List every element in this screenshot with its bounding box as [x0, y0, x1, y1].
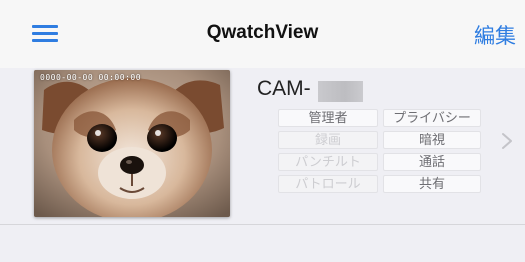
thumbnail-timestamp: 0000-00-00 00:00:00: [40, 73, 142, 82]
permission-pan-tilt: パンチルト: [278, 153, 378, 171]
permission-talk: 通話: [383, 153, 481, 171]
menu-line: [32, 32, 58, 35]
permission-patrol: パトロール: [278, 175, 378, 193]
app-screen: QwatchView 編集 0000-00-00 00:00:00 CAM- 管…: [0, 0, 525, 262]
edit-button[interactable]: 編集: [474, 20, 516, 50]
permission-recording: 録画: [278, 131, 378, 149]
dog-photo: [34, 70, 230, 217]
camera-list-item[interactable]: 0000-00-00 00:00:00 CAM- 管理者 録画 パンチルト パト…: [0, 68, 525, 225]
permission-admin: 管理者: [278, 109, 378, 127]
camera-name-redacted: [318, 81, 363, 102]
navigation-bar: QwatchView 編集: [0, 0, 525, 69]
page-title: QwatchView: [206, 22, 319, 43]
permission-night-vision: 暗視: [383, 131, 481, 149]
permission-share: 共有: [383, 175, 481, 193]
chevron-right-icon[interactable]: [500, 132, 514, 150]
permission-privacy: プライバシー: [383, 109, 481, 127]
menu-line: [32, 25, 58, 28]
hamburger-menu-icon[interactable]: [32, 22, 58, 44]
camera-thumbnail[interactable]: 0000-00-00 00:00:00: [34, 70, 230, 217]
menu-line: [32, 39, 58, 42]
camera-name: CAM-: [257, 77, 311, 100]
